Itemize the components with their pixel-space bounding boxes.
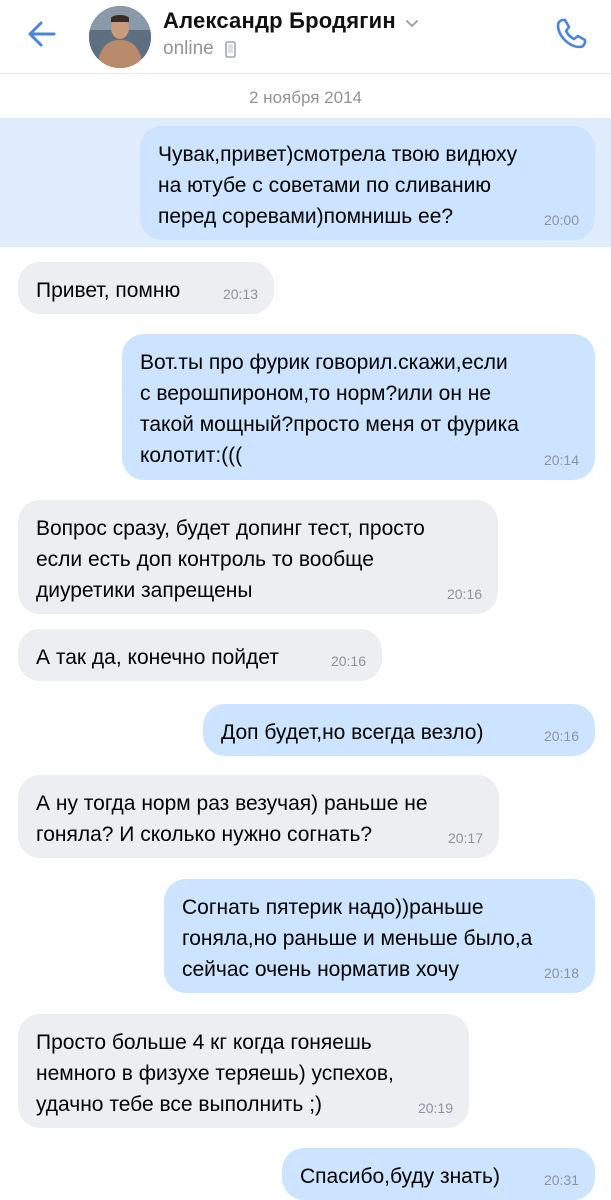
avatar[interactable] [89, 6, 151, 68]
message-text: Вопрос сразу, будет допинг тест, просто … [36, 517, 425, 602]
message-text: Просто больше 4 кг когда гоняешь немного… [36, 1031, 394, 1116]
message-text: А ну тогда норм раз везучая) раньше не г… [36, 792, 428, 846]
message-incoming[interactable]: Привет, помню 20:13 [18, 262, 274, 314]
message-text: Вот.ты про фурик говорил.скажи,если с ве… [140, 351, 519, 467]
message-text: Доп будет,но всегда везло) [221, 721, 484, 744]
contact-name[interactable]: Александр Бродягин [163, 8, 396, 34]
message-outgoing[interactable]: Доп будет,но всегда везло) 20:16 [203, 704, 595, 756]
message-text: Чувак,привет)смотрела твою видюху на юту… [158, 143, 518, 228]
message-time: 20:16 [330, 653, 366, 669]
message-text: Согнать пятерик надо))раньше гоняла,но р… [182, 896, 533, 981]
message-time: 20:14 [543, 452, 579, 468]
message-time: 20:00 [543, 212, 579, 228]
online-status: online [163, 38, 214, 59]
message-incoming[interactable]: А так да, конечно пойдет 20:16 [18, 629, 382, 681]
message-time: 20:16 [543, 728, 579, 744]
back-arrow-icon[interactable] [22, 14, 62, 54]
message-time: 20:16 [446, 586, 482, 602]
chat-header: Александр Бродягин online [0, 0, 611, 74]
phone-call-icon[interactable] [551, 14, 591, 54]
message-text: Спасибо,буду знать) [300, 1165, 500, 1188]
message-time: 20:17 [447, 830, 483, 846]
message-incoming[interactable]: А ну тогда норм раз везучая) раньше не г… [18, 775, 499, 858]
message-time: 20:18 [543, 965, 579, 981]
message-time: 20:19 [417, 1100, 453, 1116]
date-separator: 2 ноября 2014 [249, 88, 362, 107]
mobile-phone-icon [225, 41, 236, 58]
message-time: 20:13 [222, 286, 258, 302]
message-text: А так да, конечно пойдет [36, 646, 279, 669]
message-outgoing[interactable]: Вот.ты про фурик говорил.скажи,если с ве… [122, 334, 595, 480]
message-incoming[interactable]: Просто больше 4 кг когда гоняешь немного… [18, 1014, 469, 1128]
message-outgoing[interactable]: Чувак,привет)смотрела твою видюху на юту… [140, 126, 595, 240]
chevron-down-icon[interactable] [402, 15, 422, 31]
message-time: 20:31 [543, 1172, 579, 1188]
message-outgoing[interactable]: Спасибо,буду знать) 20:31 [282, 1148, 595, 1200]
message-incoming[interactable]: Вопрос сразу, будет допинг тест, просто … [18, 500, 498, 614]
message-outgoing[interactable]: Согнать пятерик надо))раньше гоняла,но р… [164, 879, 595, 993]
